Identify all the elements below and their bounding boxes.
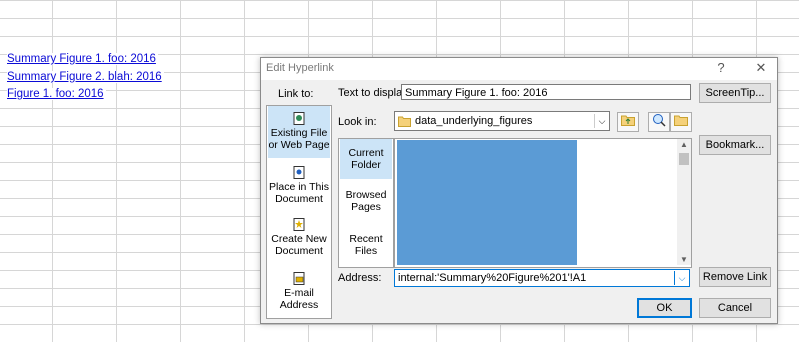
look-in-value: data_underlying_figures [415, 115, 533, 127]
help-button[interactable]: ? [711, 60, 731, 75]
folder-icon [398, 116, 411, 127]
recent-files-label-2: Files [354, 245, 378, 257]
link-to-place-in-document[interactable]: Place in This Document [268, 166, 330, 210]
hyperlink-cell-2[interactable]: Summary Figure 2. blah: 2016 [7, 71, 164, 83]
redacted-file-list-content [397, 140, 577, 265]
link-to-place-label-1: Place in This [269, 181, 329, 193]
current-folder-tab[interactable]: Current Folder [340, 139, 392, 179]
file-list[interactable]: ▲ ▼ [394, 138, 692, 268]
link-to-place-label-2: Document [275, 193, 323, 205]
link-to-existing-file[interactable]: Existing File or Web Page [268, 106, 330, 158]
address-label: Address: [338, 272, 382, 284]
edit-hyperlink-dialog: Edit Hyperlink ? ✕ Link to: Existing Fil… [260, 57, 778, 324]
look-in-combobox[interactable]: data_underlying_figures ⌵ [394, 111, 610, 131]
address-input[interactable]: internal:'Summary%20Figure%201'!A1 ⌵ [394, 269, 690, 287]
browse-nav-panel: Current Folder Browsed Pages Recent File… [338, 138, 394, 268]
link-to-email-label-1: E-mail [284, 287, 314, 299]
dialog-titlebar: Edit Hyperlink ? ✕ [261, 58, 777, 80]
chevron-down-icon[interactable]: ⌵ [674, 271, 689, 285]
hyperlink-cell-1[interactable]: Summary Figure 1. foo: 2016 [7, 53, 158, 65]
link-to-create-new-document[interactable]: Create New Document [268, 218, 330, 262]
hyperlink-cell-3[interactable]: Figure 1. foo: 2016 [7, 88, 106, 100]
link-to-email-address[interactable]: E-mail Address [268, 272, 330, 316]
link-to-existing-file-label-2: or Web Page [268, 139, 330, 151]
scroll-down-icon[interactable]: ▼ [677, 255, 691, 264]
text-to-display-input[interactable]: Summary Figure 1. foo: 2016 [401, 84, 691, 100]
browse-file-icon[interactable] [670, 112, 692, 132]
address-value: internal:'Summary%20Figure%201'!A1 [398, 272, 587, 284]
link-to-create-label-1: Create New [271, 233, 327, 245]
web-page-file-icon [293, 112, 305, 125]
close-button[interactable]: ✕ [751, 60, 771, 76]
cancel-button[interactable]: Cancel [699, 298, 771, 318]
up-folder-icon[interactable] [617, 112, 639, 132]
look-in-label: Look in: [338, 116, 377, 128]
ok-button[interactable]: OK [637, 298, 692, 318]
browsed-pages-label-1: Browsed [345, 189, 387, 201]
current-folder-label-1: Current [348, 147, 384, 159]
new-document-icon [293, 218, 305, 231]
document-place-icon [293, 166, 305, 179]
scrollbar-thumb[interactable] [679, 153, 689, 165]
text-to-display-label: Text to display: [338, 87, 411, 99]
bookmark-button[interactable]: Bookmark... [699, 135, 771, 155]
scroll-up-icon[interactable]: ▲ [677, 140, 691, 149]
file-list-scrollbar[interactable]: ▲ ▼ [677, 139, 691, 265]
link-to-create-label-2: Document [275, 245, 323, 257]
dialog-title: Edit Hyperlink [266, 62, 334, 74]
browsed-pages-label-2: Pages [351, 201, 381, 213]
link-to-email-label-2: Address [279, 299, 319, 311]
link-to-existing-file-label-1: Existing File [270, 127, 328, 139]
chevron-down-icon[interactable]: ⌵ [594, 114, 609, 128]
remove-link-button[interactable]: Remove Link [699, 267, 771, 287]
screentip-button[interactable]: ScreenTip... [699, 83, 771, 103]
recent-files-label-1: Recent [349, 233, 383, 245]
browsed-pages-tab[interactable]: Browsed Pages [340, 189, 392, 219]
current-folder-label-2: Folder [351, 159, 381, 171]
link-to-panel: Existing File or Web Page Place in This … [266, 105, 332, 319]
email-icon [293, 272, 305, 285]
link-to-label: Link to: [278, 88, 314, 100]
browse-web-icon[interactable] [648, 112, 670, 132]
recent-files-tab[interactable]: Recent Files [340, 233, 392, 263]
